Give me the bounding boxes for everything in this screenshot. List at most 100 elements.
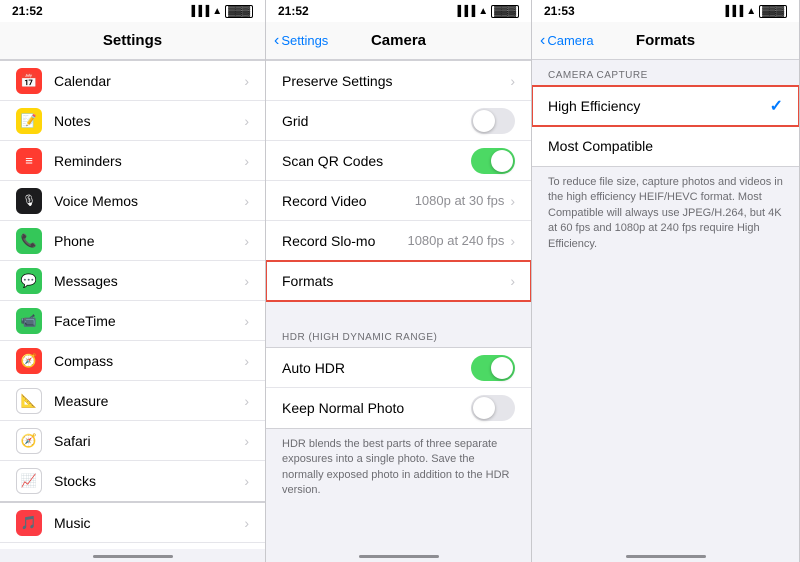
chevron-measure: › (244, 393, 249, 409)
back-chevron-camera: ‹ (274, 32, 279, 50)
formats-item[interactable]: Formats › (266, 261, 531, 301)
notes-icon: 📝 (16, 108, 42, 134)
preserve-settings-label: Preserve Settings (282, 73, 510, 89)
battery-icon-3: ▓▓▓ (759, 5, 787, 18)
high-efficiency-checkmark: ✓ (770, 96, 783, 116)
messages-label: Messages (54, 273, 244, 289)
chevron-notes: › (244, 113, 249, 129)
chevron-voice-memos: › (244, 193, 249, 209)
settings-item-stocks[interactable]: 📈 Stocks › (0, 461, 265, 501)
facetime-icon: 📹 (16, 308, 42, 334)
record-slo-mo-item[interactable]: Record Slo-mo 1080p at 240 fps › (266, 221, 531, 261)
chevron-music: › (244, 515, 249, 531)
preserve-settings-item[interactable]: Preserve Settings › (266, 61, 531, 101)
reminders-icon: ≡ (16, 148, 42, 174)
calendar-icon: 📅 (16, 68, 42, 94)
keep-normal-toggle[interactable] (471, 395, 515, 421)
settings-item-notes[interactable]: 📝 Notes › (0, 101, 265, 141)
voice-memos-icon: 🎙 (16, 188, 42, 214)
time-1: 21:52 (12, 4, 43, 18)
scan-qr-item[interactable]: Scan QR Codes (266, 141, 531, 181)
auto-hdr-toggle[interactable] (471, 355, 515, 381)
stocks-label: Stocks (54, 473, 244, 489)
settings-panel: 21:52 ▐▐▐ ▲ ▓▓▓ Settings 📅 Calendar › 📝 … (0, 0, 266, 562)
wifi-icon-3: ▲ (746, 6, 756, 17)
signal-icon: ▐▐▐ (188, 6, 209, 17)
most-compatible-label: Most Compatible (548, 138, 783, 154)
chevron-preserve: › (510, 73, 515, 89)
chevron-phone: › (244, 233, 249, 249)
formats-list[interactable]: CAMERA CAPTURE High Efficiency ✓ Most Co… (532, 60, 799, 549)
chevron-messages: › (244, 273, 249, 289)
battery-icon: ▓▓▓ (225, 5, 253, 18)
home-indicator-2 (266, 549, 531, 562)
high-efficiency-label: High Efficiency (548, 98, 770, 114)
home-bar-2 (359, 555, 439, 558)
voice-memos-label: Voice Memos (54, 193, 244, 209)
camera-group-main: Preserve Settings › Grid Scan QR Codes R… (266, 60, 531, 302)
record-slo-mo-value: 1080p at 240 fps (407, 233, 504, 248)
camera-settings-list[interactable]: Preserve Settings › Grid Scan QR Codes R… (266, 60, 531, 549)
settings-item-phone[interactable]: 📞 Phone › (0, 221, 265, 261)
signal-icon-2: ▐▐▐ (454, 6, 475, 17)
chevron-compass: › (244, 353, 249, 369)
time-2: 21:52 (278, 4, 309, 18)
back-button-camera[interactable]: ‹ Settings (274, 32, 328, 50)
chevron-record-video: › (510, 193, 515, 209)
home-indicator-3 (532, 549, 799, 562)
settings-item-calendar[interactable]: 📅 Calendar › (0, 61, 265, 101)
grid-item[interactable]: Grid (266, 101, 531, 141)
calendar-label: Calendar (54, 73, 244, 89)
settings-item-compass[interactable]: 🧭 Compass › (0, 341, 265, 381)
wifi-icon-2: ▲ (478, 6, 488, 17)
scan-qr-toggle[interactable] (471, 148, 515, 174)
high-efficiency-item[interactable]: High Efficiency ✓ (532, 86, 799, 126)
settings-item-photos[interactable]: Photos › (0, 543, 265, 549)
facetime-label: FaceTime (54, 313, 244, 329)
settings-item-safari[interactable]: 🧭 Safari › (0, 421, 265, 461)
keep-normal-label: Keep Normal Photo (282, 400, 471, 416)
settings-item-music[interactable]: 🎵 Music › (0, 503, 265, 543)
auto-hdr-toggle-thumb (491, 357, 513, 379)
most-compatible-item[interactable]: Most Compatible (532, 126, 799, 166)
settings-item-messages[interactable]: 💬 Messages › (0, 261, 265, 301)
reminders-label: Reminders (54, 153, 244, 169)
music-icon: 🎵 (16, 510, 42, 536)
time-3: 21:53 (544, 4, 575, 18)
stocks-icon: 📈 (16, 468, 42, 494)
home-bar-1 (93, 555, 173, 558)
settings-list[interactable]: 📅 Calendar › 📝 Notes › ≡ Reminders › 🎙 V… (0, 60, 265, 549)
safari-label: Safari (54, 433, 244, 449)
formats-description: To reduce file size, capture photos and … (532, 167, 799, 260)
record-video-item[interactable]: Record Video 1080p at 30 fps › (266, 181, 531, 221)
settings-item-facetime[interactable]: 📹 FaceTime › (0, 301, 265, 341)
phone-icon: 📞 (16, 228, 42, 254)
scan-qr-toggle-thumb (491, 150, 513, 172)
grid-label: Grid (282, 113, 471, 129)
settings-item-reminders[interactable]: ≡ Reminders › (0, 141, 265, 181)
status-icons-3: ▐▐▐ ▲ ▓▓▓ (722, 5, 787, 18)
settings-group-media: 🎵 Music › Photos › 📷 Camera › 🎮 Game Cen… (0, 502, 265, 549)
camera-nav-title: Camera (371, 32, 426, 49)
home-indicator-1 (0, 549, 265, 562)
settings-item-measure[interactable]: 📐 Measure › (0, 381, 265, 421)
chevron-facetime: › (244, 313, 249, 329)
phone-label: Phone (54, 233, 244, 249)
chevron-formats: › (510, 273, 515, 289)
messages-icon: 💬 (16, 268, 42, 294)
back-label-camera: Settings (281, 33, 328, 48)
grid-toggle[interactable] (471, 108, 515, 134)
back-label-formats: Camera (547, 33, 593, 48)
scan-qr-label: Scan QR Codes (282, 153, 471, 169)
keep-normal-toggle-thumb (473, 397, 495, 419)
chevron-safari: › (244, 433, 249, 449)
auto-hdr-item[interactable]: Auto HDR (266, 348, 531, 388)
chevron-calendar: › (244, 73, 249, 89)
back-button-formats[interactable]: ‹ Camera (540, 32, 594, 50)
formats-group: High Efficiency ✓ Most Compatible (532, 85, 799, 167)
chevron-stocks: › (244, 473, 249, 489)
hdr-section-header: HDR (High Dynamic Range) (266, 322, 531, 347)
keep-normal-item[interactable]: Keep Normal Photo (266, 388, 531, 428)
settings-item-voice-memos[interactable]: 🎙 Voice Memos › (0, 181, 265, 221)
settings-group-apps: 📅 Calendar › 📝 Notes › ≡ Reminders › 🎙 V… (0, 60, 265, 502)
